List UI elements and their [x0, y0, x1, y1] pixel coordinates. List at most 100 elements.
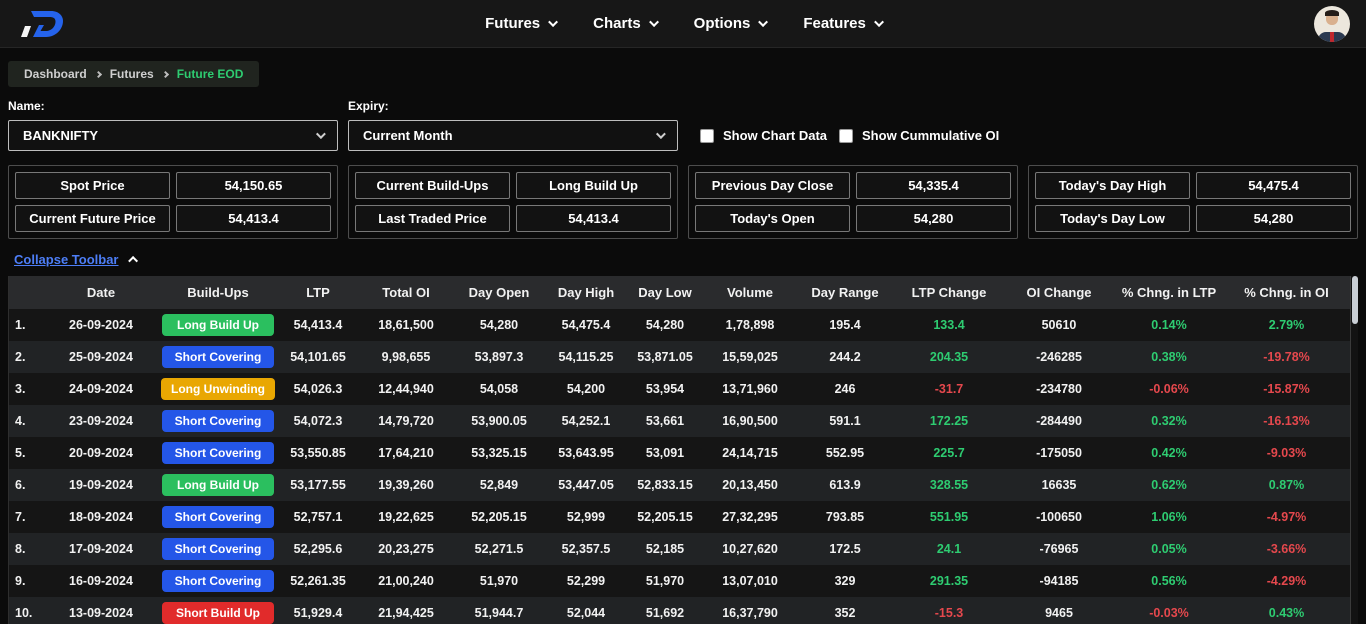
card-value: 54,475.4	[1196, 172, 1351, 199]
buildup-badge: Long Unwinding	[161, 378, 275, 400]
buildup-badge: Short Covering	[162, 346, 274, 368]
cell: 54,413.4	[277, 318, 359, 332]
cell: 1,78,898	[703, 318, 797, 332]
cell: 551.95	[893, 510, 1005, 524]
cell: 172.5	[797, 542, 893, 556]
column-header[interactable]: % Chng. in OI	[1225, 285, 1348, 300]
column-header[interactable]: Date	[43, 285, 159, 300]
column-header[interactable]: Total OI	[359, 285, 453, 300]
column-header[interactable]: OI Change	[1005, 285, 1113, 300]
cell: 52,299	[545, 574, 627, 588]
table-row[interactable]: 4.23-09-2024Short Covering54,072.314,79,…	[9, 405, 1358, 437]
table-scrollbar[interactable]	[1350, 276, 1358, 624]
column-header[interactable]: Volume	[703, 285, 797, 300]
cell: 246	[797, 382, 893, 396]
column-header[interactable]: Day High	[545, 285, 627, 300]
nav-features[interactable]: Features	[803, 15, 881, 32]
card-label: Current Future Price	[15, 205, 170, 232]
cell: 793.85	[797, 510, 893, 524]
table-row[interactable]: 3.24-09-2024Long Unwinding54,026.312,44,…	[9, 373, 1358, 405]
cell: 53,661	[627, 414, 703, 428]
cell: -0.03%	[1113, 606, 1225, 620]
cell: 17,64,210	[359, 446, 453, 460]
row-index: 3.	[9, 382, 43, 396]
cell-date: 19-09-2024	[43, 478, 159, 492]
cell: 15,59,025	[703, 350, 797, 364]
table-row[interactable]: 8.17-09-2024Short Covering52,295.620,23,…	[9, 533, 1358, 565]
column-header[interactable]: Build-Ups	[159, 285, 277, 300]
column-header[interactable]: Day Open	[453, 285, 545, 300]
cell: 52,044	[545, 606, 627, 620]
card-row: Previous Day Close54,335.4	[695, 172, 1011, 199]
cell: 0.14%	[1113, 318, 1225, 332]
cell: 54,072.3	[277, 414, 359, 428]
cell: 52,757.1	[277, 510, 359, 524]
cell: 52,849	[453, 478, 545, 492]
checkbox-icon[interactable]	[700, 129, 714, 143]
table-row[interactable]: 6.19-09-2024Long Build Up53,177.5519,39,…	[9, 469, 1358, 501]
nav-options[interactable]: Options	[694, 15, 766, 32]
card-value: Long Build Up	[516, 172, 671, 199]
show-cumulative-oi-checkbox[interactable]: Show Cummulative OI	[839, 128, 999, 143]
card-row: Last Traded Price54,413.4	[355, 205, 671, 232]
card-label: Spot Price	[15, 172, 170, 199]
name-label: Name:	[8, 99, 338, 113]
column-header[interactable]: Day Range	[797, 285, 893, 300]
cell: 195.4	[797, 318, 893, 332]
cell: 53,871.05	[627, 350, 703, 364]
name-select[interactable]: BANKNIFTY	[8, 120, 338, 151]
checkbox-icon[interactable]	[839, 129, 853, 143]
cell: 291.35	[893, 574, 1005, 588]
buildup-badge: Short Covering	[162, 538, 274, 560]
buildup-badge: Short Covering	[162, 570, 274, 592]
buildup-badge: Short Covering	[162, 442, 274, 464]
cell: 1.06%	[1113, 510, 1225, 524]
breadcrumb-dashboard[interactable]: Dashboard	[24, 67, 87, 81]
user-avatar[interactable]	[1314, 6, 1350, 42]
table-row[interactable]: 1.26-09-2024Long Build Up54,413.418,61,5…	[9, 309, 1358, 341]
card-row: Today's Open54,280	[695, 205, 1011, 232]
app-logo-icon[interactable]	[16, 6, 68, 42]
cell: -284490	[1005, 414, 1113, 428]
cell-date: 24-09-2024	[43, 382, 159, 396]
cell-buildup: Short Covering	[159, 570, 277, 592]
nav-charts-label: Charts	[593, 15, 641, 32]
cell: 52,185	[627, 542, 703, 556]
table-row[interactable]: 2.25-09-2024Short Covering54,101.659,98,…	[9, 341, 1358, 373]
show-chart-data-checkbox[interactable]: Show Chart Data	[700, 128, 827, 143]
column-header[interactable]: LTP Change	[893, 285, 1005, 300]
column-header[interactable]: LTP	[277, 285, 359, 300]
main-menu: Futures Charts Options Features	[485, 15, 881, 32]
row-index: 10.	[9, 606, 43, 620]
card-label: Current Build-Ups	[355, 172, 510, 199]
eod-table: DateBuild-UpsLTPTotal OIDay OpenDay High…	[8, 276, 1358, 624]
cell: 54,475.4	[545, 318, 627, 332]
row-index: 1.	[9, 318, 43, 332]
table-row[interactable]: 10.13-09-2024Short Build Up51,929.421,94…	[9, 597, 1358, 624]
collapse-toolbar-link[interactable]: Collapse Toolbar	[14, 252, 119, 267]
cell: 225.7	[893, 446, 1005, 460]
column-header[interactable]: % Chng. in LTP	[1113, 285, 1225, 300]
column-header[interactable]: Day Low	[627, 285, 703, 300]
scrollbar-thumb[interactable]	[1352, 276, 1358, 324]
show-chart-data-label: Show Chart Data	[723, 128, 827, 143]
cell: 16,37,790	[703, 606, 797, 620]
nav-futures[interactable]: Futures	[485, 15, 555, 32]
cell: -175050	[1005, 446, 1113, 460]
breadcrumb-futures[interactable]: Futures	[110, 67, 154, 81]
table-row[interactable]: 5.20-09-2024Short Covering53,550.8517,64…	[9, 437, 1358, 469]
cell: -4.29%	[1225, 574, 1348, 588]
cell: 50610	[1005, 318, 1113, 332]
table-row[interactable]: 7.18-09-2024Short Covering52,757.119,22,…	[9, 501, 1358, 533]
cell-date: 17-09-2024	[43, 542, 159, 556]
expiry-select[interactable]: Current Month	[348, 120, 678, 151]
cell-buildup: Long Unwinding	[159, 378, 277, 400]
table-row[interactable]: 9.16-09-2024Short Covering52,261.3521,00…	[9, 565, 1358, 597]
cell: 53,325.15	[453, 446, 545, 460]
chevron-down-icon	[316, 129, 326, 139]
expiry-label: Expiry:	[348, 99, 678, 113]
cell: 0.32%	[1113, 414, 1225, 428]
card-value: 54,413.4	[176, 205, 331, 232]
nav-charts[interactable]: Charts	[593, 15, 656, 32]
cell: 0.56%	[1113, 574, 1225, 588]
